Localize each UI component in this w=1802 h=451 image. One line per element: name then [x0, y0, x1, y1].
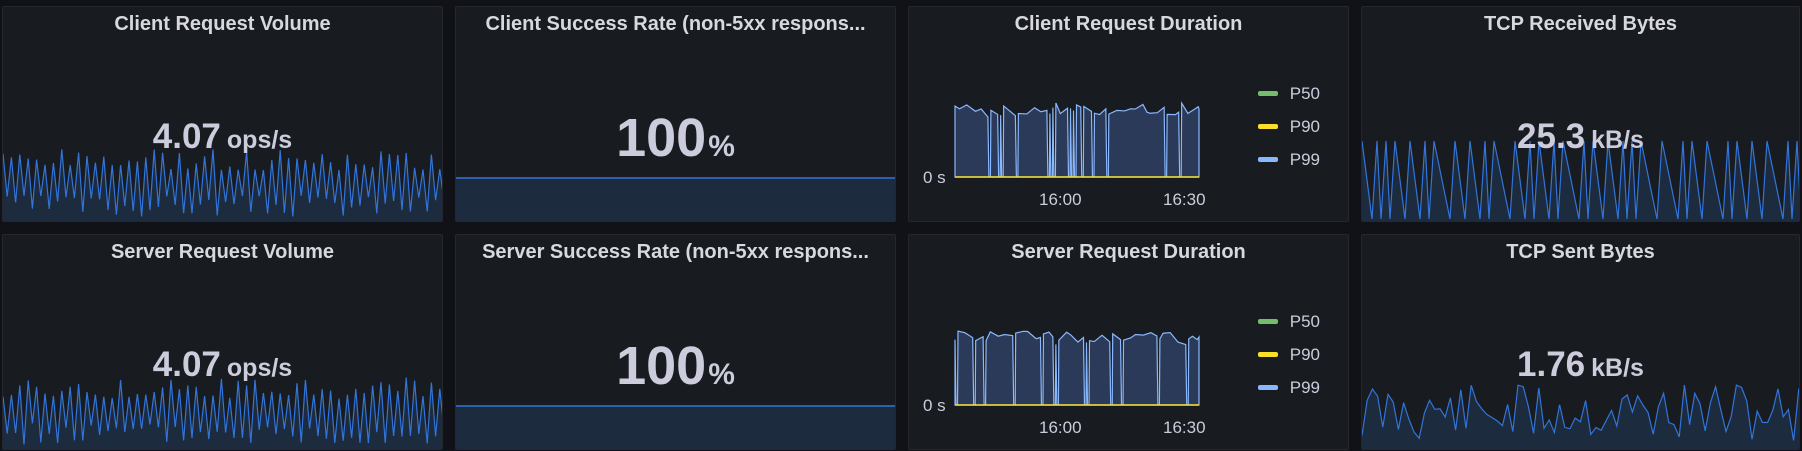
panel-client-success-rate[interactable]: Client Success Rate (non-5xx respons... …: [455, 6, 896, 222]
panel-server-request-volume[interactable]: Server Request Volume 4.07 ops/s: [2, 234, 443, 450]
legend-item-p50[interactable]: P50: [1257, 305, 1320, 338]
legend-label: P99: [1289, 149, 1320, 169]
panel-title[interactable]: Client Success Rate (non-5xx respons...: [456, 7, 895, 41]
legend-swatch: [1257, 319, 1278, 324]
x-axis-tick: 16:00: [1039, 418, 1082, 437]
sparkline-fill: [456, 178, 895, 221]
panel-title[interactable]: Server Success Rate (non-5xx respons...: [456, 235, 895, 269]
legend-label: P90: [1289, 116, 1320, 136]
stat-number: 100: [616, 108, 707, 168]
stat-value: 100%: [456, 107, 895, 169]
y-axis-label: 0 s: [923, 168, 946, 187]
legend: P50 P90 P99: [1257, 77, 1320, 176]
stat-unit: %: [708, 130, 735, 163]
stat-number: 4.07: [152, 345, 221, 384]
stat-value: 1.76 kB/s: [1362, 345, 1799, 385]
x-axis-tick: 16:30: [1163, 190, 1206, 209]
stat-number: 4.07: [152, 117, 221, 156]
panel-server-success-rate[interactable]: Server Success Rate (non-5xx respons... …: [455, 234, 896, 450]
legend-item-p90[interactable]: P90: [1257, 110, 1320, 143]
dashboard: Client Request Volume 4.07 ops/s Client S…: [0, 0, 1802, 451]
stat-value: 4.07 ops/s: [3, 345, 442, 385]
sparkline-fill: [3, 377, 442, 449]
legend-swatch: [1257, 91, 1278, 96]
legend-label: P50: [1289, 83, 1320, 103]
legend-item-p90[interactable]: P90: [1257, 338, 1320, 371]
legend: P50 P90 P99: [1257, 305, 1320, 404]
stat-unit: ops/s: [226, 126, 293, 154]
sparkline: [456, 405, 895, 449]
panel-client-request-duration[interactable]: Client Request Duration 0 s 16:00 16:30 …: [908, 6, 1349, 222]
panel-tcp-received-bytes[interactable]: TCP Received Bytes 25.3 kB/s: [1361, 6, 1800, 222]
legend-item-p99[interactable]: P99: [1257, 371, 1320, 404]
sparkline-fill: [456, 406, 895, 449]
y-axis-label: 0 s: [923, 396, 946, 415]
stat-number: 25.3: [1517, 117, 1586, 156]
panel-client-request-volume[interactable]: Client Request Volume 4.07 ops/s: [2, 6, 443, 222]
stat-unit: kB/s: [1591, 354, 1644, 382]
series-p99: [954, 330, 1200, 406]
legend-swatch: [1257, 385, 1278, 390]
panel-title[interactable]: TCP Sent Bytes: [1362, 235, 1799, 269]
panel-title[interactable]: Client Request Volume: [3, 7, 442, 41]
stat-unit: kB/s: [1591, 126, 1644, 154]
stat-value: 4.07 ops/s: [3, 117, 442, 157]
stat-unit: ops/s: [226, 354, 293, 382]
series-p99: [954, 101, 1200, 178]
legend-item-p50[interactable]: P50: [1257, 77, 1320, 110]
legend-swatch: [1257, 157, 1278, 162]
legend-swatch: [1257, 352, 1278, 357]
legend-label: P90: [1289, 344, 1320, 364]
panel-title[interactable]: TCP Received Bytes: [1362, 7, 1799, 41]
panel-title[interactable]: Server Request Volume: [3, 235, 442, 269]
stat-value: 100%: [456, 335, 895, 397]
legend-item-p99[interactable]: P99: [1257, 143, 1320, 176]
x-axis-tick: 16:00: [1039, 190, 1082, 209]
stat-unit: %: [708, 358, 735, 391]
stat-number: 100: [616, 336, 707, 396]
panel-tcp-sent-bytes[interactable]: TCP Sent Bytes 1.76 kB/s: [1361, 234, 1800, 450]
stat-value: 25.3 kB/s: [1362, 117, 1799, 157]
legend-swatch: [1257, 124, 1278, 129]
sparkline: [456, 177, 895, 221]
panel-server-request-duration[interactable]: Server Request Duration 0 s 16:00 16:30 …: [908, 234, 1349, 450]
legend-label: P50: [1289, 311, 1320, 331]
x-axis-tick: 16:30: [1163, 418, 1206, 437]
stat-number: 1.76: [1517, 345, 1586, 384]
legend-label: P99: [1289, 377, 1320, 397]
